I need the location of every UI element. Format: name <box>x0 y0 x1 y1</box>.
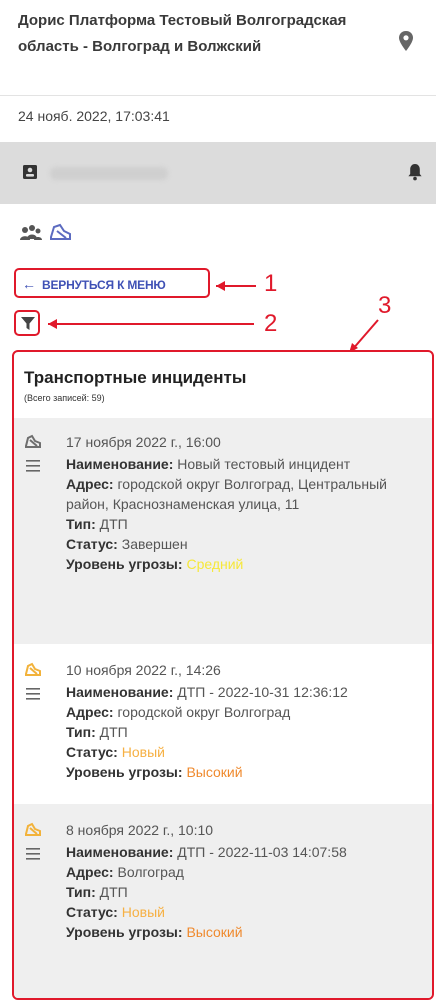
name-label: Наименование: <box>66 844 174 860</box>
incident-details: 17 ноября 2022 г., 16:00 Наименование: Н… <box>66 432 426 574</box>
user-name-blurred <box>50 167 168 180</box>
top-header: Дорис Платформа Тестовый Волгоградская о… <box>0 0 436 96</box>
address-label: Адрес: <box>66 864 114 880</box>
record-count: (Всего записей: 59) <box>24 393 105 403</box>
arrow-left-icon: ← <box>22 276 36 292</box>
filter-icon <box>21 317 35 330</box>
incident-status: Новый <box>121 744 165 760</box>
incident-type: ДТП <box>99 884 128 900</box>
incident-name: Новый тестовый инцидент <box>177 456 351 472</box>
incident-name: ДТП - 2022-11-03 14:07:58 <box>177 844 347 860</box>
bell-icon[interactable] <box>406 162 424 182</box>
address-label: Адрес: <box>66 476 114 492</box>
map-pin-icon[interactable] <box>398 30 414 52</box>
incident-address: Волгоград <box>117 864 184 880</box>
organization-title: Дорис Платформа Тестовый Волгоградская о… <box>18 12 347 55</box>
incident-threat: Средний <box>186 556 244 572</box>
incident-card[interactable]: 17 ноября 2022 г., 16:00 Наименование: Н… <box>14 418 432 644</box>
people-icon[interactable] <box>18 222 44 244</box>
callout-2: 2 <box>264 310 278 337</box>
menu-icon[interactable] <box>26 460 40 472</box>
filter-button[interactable] <box>14 310 40 336</box>
incident-type: ДТП <box>99 516 128 532</box>
status-label: Статус: <box>66 744 118 760</box>
incident-card[interactable]: 8 ноября 2022 г., 10:10 Наименование: ДТ… <box>14 804 432 998</box>
incident-address: городской округ Волгоград, Центральный р… <box>66 476 387 512</box>
callout-3: 3 <box>378 292 392 319</box>
incident-status: Новый <box>121 904 165 920</box>
type-label: Тип: <box>66 516 96 532</box>
badge-icon <box>23 165 37 179</box>
incident-date: 10 ноября 2022 г., 14:26 <box>66 662 221 678</box>
user-bar[interactable] <box>0 142 436 204</box>
incident-details: 10 ноября 2022 г., 14:26 Наименование: Д… <box>66 660 426 782</box>
type-label: Тип: <box>66 724 96 740</box>
current-datetime: 24 нояб. 2022, 17:03:41 <box>18 108 170 124</box>
incident-list-panel[interactable]: Транспортные инциденты (Всего записей: 5… <box>12 350 434 1000</box>
incident-details: 8 ноября 2022 г., 10:10 Наименование: ДТ… <box>66 820 426 942</box>
incident-status: Завершен <box>121 536 188 552</box>
status-label: Статус: <box>66 904 118 920</box>
type-label: Тип: <box>66 884 96 900</box>
incident-date: 8 ноября 2022 г., 10:10 <box>66 822 214 838</box>
name-label: Наименование: <box>66 684 174 700</box>
incident-name: ДТП - 2022-10-31 12:36:12 <box>177 684 348 700</box>
menu-icon[interactable] <box>26 848 40 860</box>
vehicle-incident-icon <box>25 662 41 676</box>
threat-label: Уровень угрозы: <box>66 764 183 780</box>
status-label: Статус: <box>66 536 118 552</box>
incident-address: городской округ Волгоград <box>117 704 291 720</box>
threat-label: Уровень угрозы: <box>66 556 183 572</box>
incident-threat: Высокий <box>186 764 243 780</box>
incident-date: 17 ноября 2022 г., 16:00 <box>66 434 221 450</box>
incident-card[interactable]: 10 ноября 2022 г., 14:26 Наименование: Д… <box>14 644 432 804</box>
callout-1: 1 <box>264 270 278 297</box>
vehicle-incident-icon <box>25 434 41 448</box>
list-title: Транспортные инциденты <box>24 368 247 387</box>
vehicle-icon[interactable] <box>48 222 74 244</box>
threat-label: Уровень угрозы: <box>66 924 183 940</box>
incident-threat: Высокий <box>186 924 243 940</box>
incident-type: ДТП <box>99 724 128 740</box>
back-to-menu-button[interactable]: ← ВЕРНУТЬСЯ К МЕНЮ <box>14 268 210 298</box>
address-label: Адрес: <box>66 704 114 720</box>
menu-icon[interactable] <box>26 688 40 700</box>
name-label: Наименование: <box>66 456 174 472</box>
vehicle-incident-icon <box>25 822 41 836</box>
back-to-menu-label: ВЕРНУТЬСЯ К МЕНЮ <box>42 278 166 292</box>
